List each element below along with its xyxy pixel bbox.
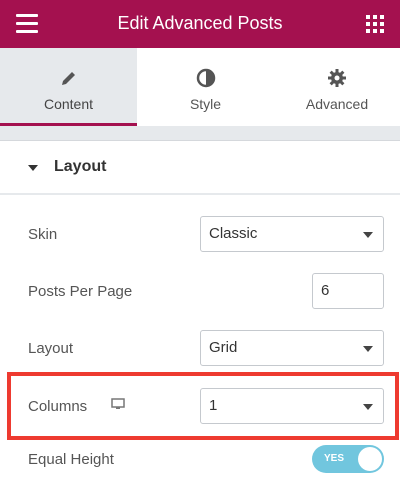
pencil-icon [61,72,75,85]
layout-label: Layout [28,340,74,357]
layout-value: Grid [209,339,238,356]
tab-content-label: Content [43,96,94,112]
chevron-down-icon [363,232,373,238]
tab-content[interactable]: Content [0,48,137,126]
posts-per-page-input[interactable]: 6 [312,273,384,309]
posts-per-page-label: Posts Per Page [28,283,133,300]
equal-height-label: Equal Height [28,451,114,468]
panel-header: Edit Advanced Posts [0,0,400,48]
tab-advanced-label: Advanced [305,96,369,112]
tab-advanced[interactable]: Advanced [274,48,400,126]
columns-label: Columns [28,398,88,415]
tab-style-label: Style [189,96,222,112]
half-circle-icon [196,68,215,88]
toggle-yes-text: YES [324,453,345,464]
posts-per-page-value: 6 [321,282,330,299]
skin-value: Classic [209,225,258,242]
chevron-down-icon [363,346,373,352]
equal-height-toggle[interactable]: YES [312,445,384,473]
panel-tabs: Content Style Advanced [0,48,400,126]
columns-value: 1 [209,397,218,414]
gear-icon [328,69,346,87]
tab-style[interactable]: Style [137,48,274,126]
monitor-icon[interactable] [111,398,125,410]
layout-select[interactable]: Grid [200,330,384,366]
skin-select[interactable]: Classic [200,216,384,252]
section-layout-header[interactable]: Layout [0,140,400,194]
skin-label: Skin [28,226,58,243]
toggle-knob [358,447,382,471]
section-title: Layout [54,158,107,175]
caret-down-icon [28,165,38,171]
grid-icon[interactable] [366,15,384,33]
columns-select[interactable]: 1 [200,388,384,424]
panel-title: Edit Advanced Posts [117,13,283,33]
chevron-down-icon [363,404,373,410]
